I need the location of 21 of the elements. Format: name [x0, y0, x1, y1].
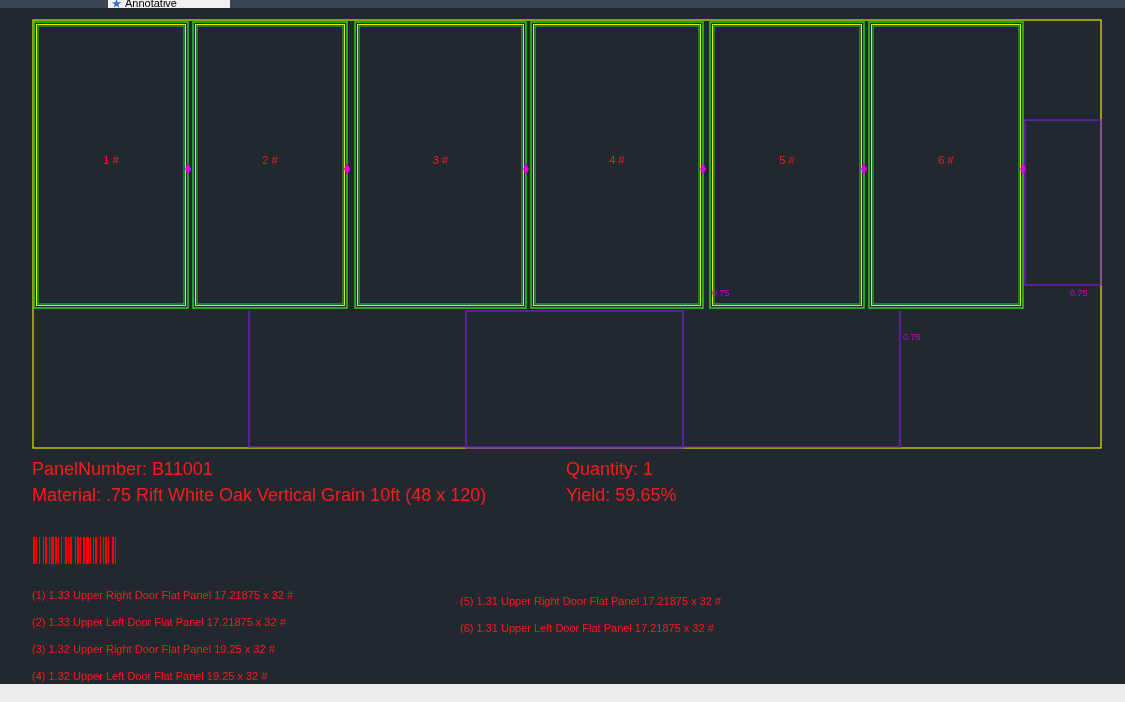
style-dropdown[interactable]: Annotative — [108, 0, 230, 8]
yield-text: Yield: 59.65% — [566, 484, 677, 507]
quantity-text: Quantity: 1 — [566, 458, 655, 481]
dimension-label: 0.75 — [903, 332, 921, 342]
panel-label: 3 # — [432, 154, 449, 166]
panel-number-text: PanelNumber: B11001 — [32, 458, 214, 481]
dimension-label: 0.75 — [1070, 288, 1088, 298]
panel-label: 6 # — [938, 154, 954, 166]
part-list-text: (6) 1.31 Upper Left Door Flat Panel 17.21875 x 32 # — [460, 621, 715, 635]
part-list-text: (3) 1.32 Upper Right Door Flat Panel 19.25 x 32 # — [32, 642, 276, 656]
part-list-text: (1) 1.33 Upper Right Door Flat Panel 17.21875 x 32 # — [32, 588, 295, 602]
panel-label: 2 # — [262, 154, 278, 166]
part-list-text: (4) 1.32 Upper Left Door Flat Panel 19.25 x 32 # — [32, 669, 269, 683]
part-list-text: (2) 1.33 Upper Left Door Flat Panel 17.21875 x 32 # — [32, 615, 287, 629]
panel-label: 4 # — [609, 154, 625, 166]
style-dropdown-text: Annotative — [125, 0, 177, 8]
material-text: Material: .75 Rift White Oak Vertical Grain 10ft (48 x 120) — [32, 484, 488, 507]
part-list-text: (5) 1.31 Upper Right Door Flat Panel 17.21875 x 32 # — [460, 594, 722, 608]
panel-label: 5 # — [779, 154, 795, 166]
star-icon — [112, 0, 121, 8]
panel-label: 1 # — [103, 154, 119, 166]
